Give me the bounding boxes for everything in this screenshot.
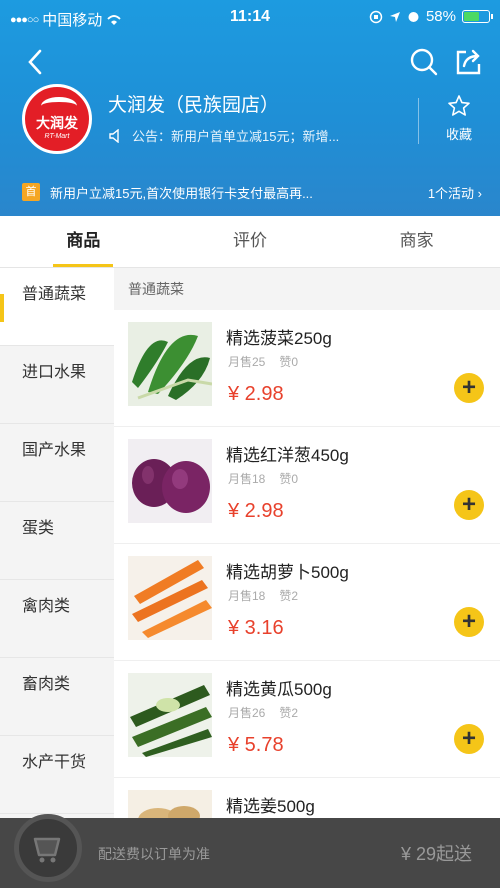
status-bar: ●●●○○ 中国移动 11:14 58% xyxy=(0,0,500,34)
store-notice[interactable]: 公告：新用户首单立减15元；新增... xyxy=(108,126,408,145)
share-icon[interactable] xyxy=(452,46,484,78)
product-price: ¥ 2.98 xyxy=(228,383,284,405)
product-name: 精选菠菜250g xyxy=(226,329,332,348)
category-label: 蛋类 xyxy=(22,520,55,537)
category-label: 水产干货 xyxy=(22,754,87,771)
product-price: ¥ 3.16 xyxy=(228,617,284,639)
category-label: 普通蔬菜 xyxy=(22,286,87,303)
monthly-sales: 月售25 xyxy=(228,355,266,369)
cart-bar: 配送费以订单为准 ¥ 29起送 xyxy=(0,814,500,888)
minimum-order: ¥ 29起送 xyxy=(400,844,472,864)
product-item[interactable]: 精选红洋葱450g 月售18 赞0 ¥ 2.98 + xyxy=(114,427,500,544)
category-poultry[interactable]: 禽肉类 xyxy=(0,580,114,658)
monthly-sales: 月售26 xyxy=(228,706,266,720)
product-price: ¥ 2.98 xyxy=(228,500,284,522)
category-vegetables[interactable]: 普通蔬菜 xyxy=(0,268,114,346)
alarm-icon xyxy=(408,12,419,22)
category-label: 进口水果 xyxy=(22,364,87,381)
favorite-button[interactable]: 收藏 xyxy=(430,94,488,143)
product-meta: 月售25 赞0 xyxy=(228,353,298,370)
product-item[interactable]: 精选胡萝卜500g 月售18 赞2 ¥ 3.16 + xyxy=(114,544,500,661)
category-label: 畜肉类 xyxy=(22,676,71,693)
add-to-cart-button[interactable]: + xyxy=(454,724,484,754)
notice-text: 公告：新用户首单立减15元；新增... xyxy=(132,129,340,144)
battery-tip xyxy=(491,14,493,19)
store-logo: 大润发 RT-Mart xyxy=(22,84,92,154)
promo-text: 新用户立减15元,首次使用银行卡支付最高再... xyxy=(50,185,313,201)
product-name: 精选胡萝卜500g xyxy=(226,563,349,582)
product-meta: 月售18 赞0 xyxy=(228,470,298,487)
like-count: 赞2 xyxy=(279,589,299,603)
back-icon[interactable] xyxy=(22,46,52,78)
logo-mark-icon xyxy=(41,97,77,115)
product-name: 精选黄瓜500g xyxy=(226,680,332,699)
category-label: 禽肉类 xyxy=(22,598,71,615)
promo-badge: 首 xyxy=(22,183,40,201)
favorite-label: 收藏 xyxy=(445,127,472,142)
product-item[interactable]: 精选菠菜250g 月售25 赞0 ¥ 2.98 + xyxy=(114,310,500,427)
like-count: 赞2 xyxy=(279,706,299,720)
category-livestock-meat[interactable]: 畜肉类 xyxy=(0,658,114,736)
store-header: ●●●○○ 中国移动 11:14 58% 大润发 RT-Mart 大润发（民族园… xyxy=(0,0,500,216)
tab-bar: 商品 评价 商家 xyxy=(0,216,500,268)
monthly-sales: 月售18 xyxy=(228,589,266,603)
category-eggs[interactable]: 蛋类 xyxy=(0,502,114,580)
category-domestic-fruit[interactable]: 国产水果 xyxy=(0,424,114,502)
category-imported-fruit[interactable]: 进口水果 xyxy=(0,346,114,424)
product-price: ¥ 5.78 xyxy=(228,734,284,756)
add-to-cart-button[interactable]: + xyxy=(454,373,484,403)
like-count: 赞0 xyxy=(279,472,299,486)
status-right: 58% xyxy=(369,8,493,25)
carrot-image xyxy=(128,556,212,640)
category-label: 国产水果 xyxy=(22,442,87,459)
category-sidebar: 普通蔬菜 进口水果 国产水果 蛋类 禽肉类 畜肉类 水产干货 xyxy=(0,268,114,888)
delivery-note: 配送费以订单为准 xyxy=(98,846,210,862)
cucumber-image xyxy=(128,673,212,757)
like-count: 赞0 xyxy=(279,355,299,369)
add-to-cart-button[interactable]: + xyxy=(454,490,484,520)
category-seafood-dry[interactable]: 水产干货 xyxy=(0,736,114,814)
search-icon[interactable] xyxy=(408,46,440,78)
battery-percent: 58% xyxy=(425,8,456,25)
nav-row xyxy=(0,42,500,82)
speaker-icon xyxy=(109,128,119,143)
battery-icon xyxy=(462,10,493,23)
star-icon xyxy=(448,95,470,116)
product-list: 普通蔬菜 精选菠菜250g 月售25 赞0 ¥ 2.98 + 精选红洋葱450g… xyxy=(114,268,500,888)
product-meta: 月售18 赞2 xyxy=(228,587,298,604)
logo-subtext: RT-Mart xyxy=(44,132,70,140)
add-to-cart-button[interactable]: + xyxy=(454,607,484,637)
red-onion-image xyxy=(128,439,212,523)
product-name: 精选红洋葱450g xyxy=(226,446,349,465)
product-meta: 月售26 赞2 xyxy=(228,704,298,721)
product-item[interactable]: 精选黄瓜500g 月售26 赞2 ¥ 5.78 + xyxy=(114,661,500,778)
lock-rotation-icon xyxy=(369,10,383,23)
logo-text: 大润发 xyxy=(36,114,78,131)
promo-bar[interactable]: 首 新用户立减15元,首次使用银行卡支付最高再... 1个活动 › xyxy=(0,172,500,212)
tab-products[interactable]: 商品 xyxy=(0,216,167,267)
tab-reviews[interactable]: 评价 xyxy=(167,216,334,267)
store-name: 大润发（民族园店） xyxy=(108,95,280,116)
section-title: 普通蔬菜 xyxy=(114,268,500,310)
header-divider xyxy=(418,98,419,144)
spinach-image xyxy=(128,322,212,406)
battery-fill xyxy=(464,12,480,21)
cart-button[interactable] xyxy=(14,814,82,882)
tab-merchant[interactable]: 商家 xyxy=(333,216,500,267)
promo-more-link[interactable]: 1个活动 › xyxy=(428,183,482,202)
cart-icon xyxy=(33,837,61,863)
product-name: 精选姜500g xyxy=(226,797,315,816)
location-icon xyxy=(389,11,400,22)
monthly-sales: 月售18 xyxy=(228,472,266,486)
